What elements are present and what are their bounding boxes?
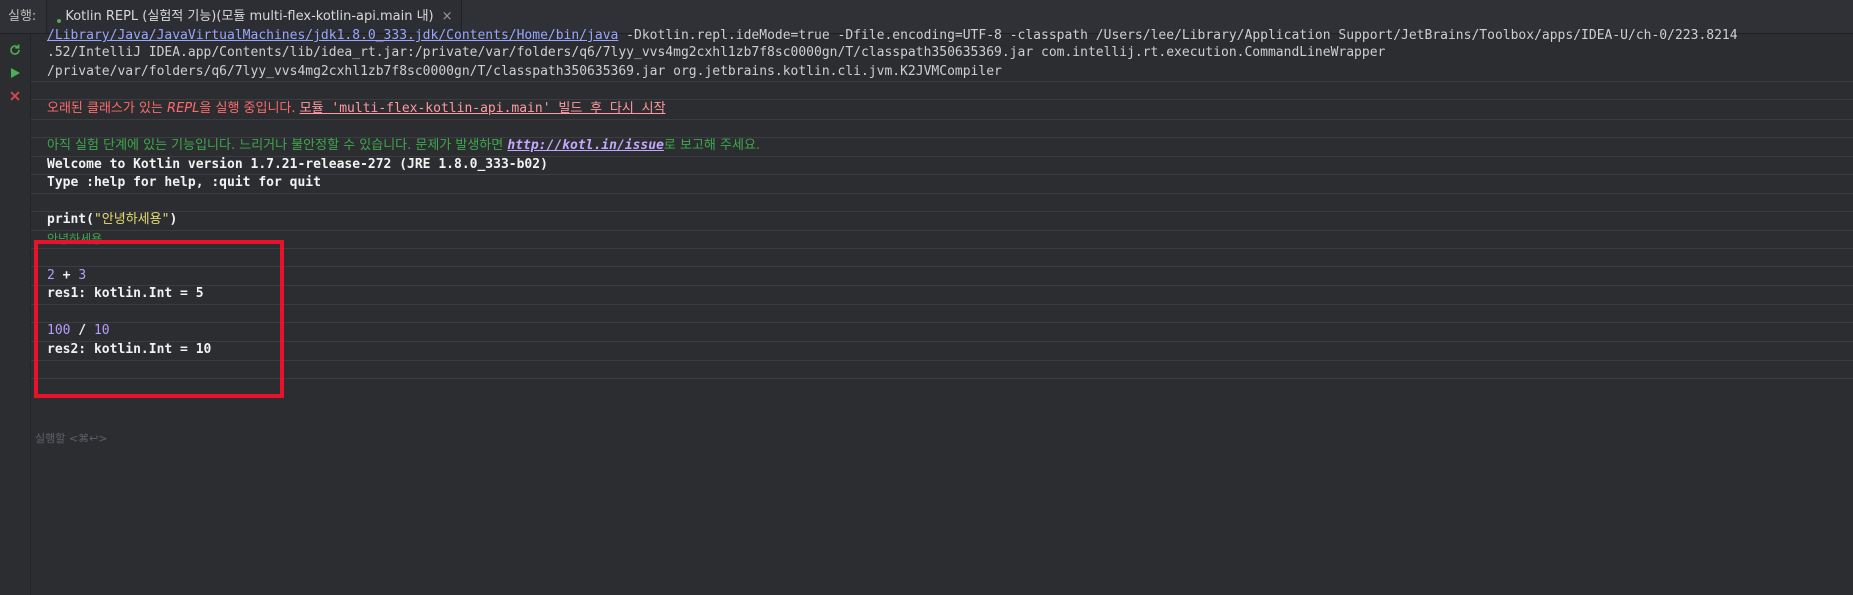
separator <box>31 81 1853 82</box>
separator <box>31 266 1853 267</box>
run-label: 실행: <box>0 0 48 33</box>
separator <box>31 322 1853 323</box>
separator <box>31 193 1853 194</box>
toolbar-gutter <box>0 34 31 595</box>
highlight-box <box>34 240 284 398</box>
rebuild-module-link[interactable]: 모듈 'multi-flex-kotlin-api.main' 빌드 후 다시 … <box>300 101 666 116</box>
separator <box>31 341 1853 342</box>
repl-console[interactable]: /Library/Java/JavaVirtualMachines/jdk1.8… <box>31 28 1853 595</box>
help-message: Type :help for help, :quit for quit <box>47 175 321 190</box>
repl-input-prompt[interactable]: 실행할 <⌘↩> <box>35 430 108 446</box>
rerun-icon[interactable] <box>7 42 23 58</box>
java-path-link[interactable]: /Library/Java/JavaVirtualMachines/jdk1.8… <box>47 28 618 43</box>
command-line-3: /private/var/folders/q6/7lyy_vvs4mg2cxhl… <box>47 64 1002 79</box>
separator <box>31 360 1853 361</box>
separator <box>31 285 1853 286</box>
separator <box>31 304 1853 305</box>
stop-icon[interactable] <box>7 88 23 104</box>
separator <box>31 211 1853 212</box>
run-icon[interactable] <box>7 65 23 81</box>
separator <box>31 248 1853 249</box>
separator <box>31 378 1853 379</box>
issue-link[interactable]: http://kotl.in/issue <box>507 138 664 153</box>
running-indicator-icon <box>57 19 62 23</box>
separator <box>31 119 1853 120</box>
separator <box>31 230 1853 231</box>
stale-classes-warning: 오래된 클래스가 있는 REPL을 실행 중입니다. 모듈 'multi-fle… <box>47 101 666 116</box>
